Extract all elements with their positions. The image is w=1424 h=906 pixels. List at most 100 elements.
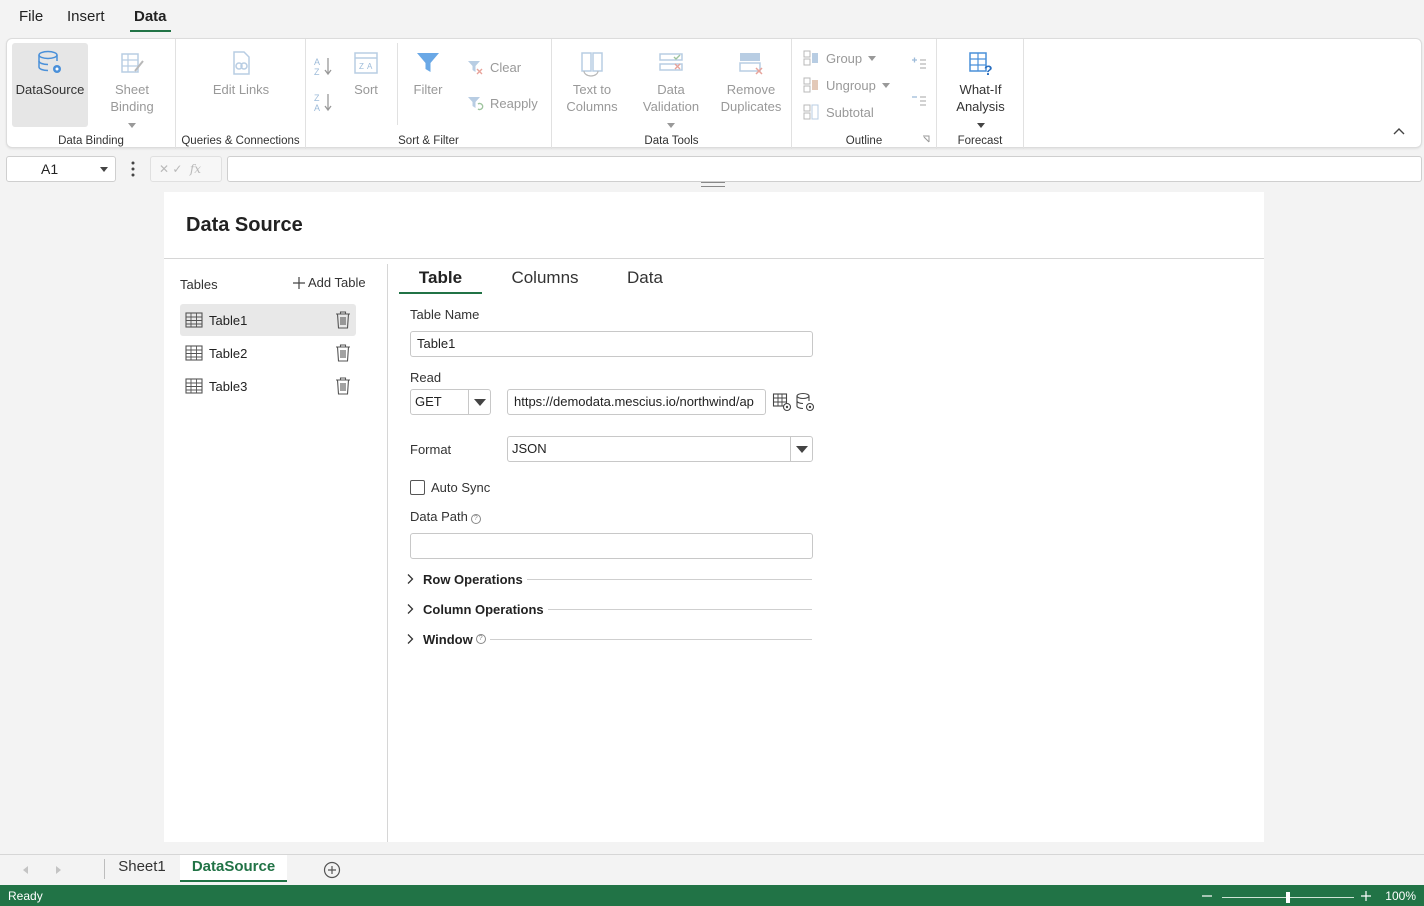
ungroup-button[interactable]: Ungroup: [802, 76, 890, 94]
svg-text:Z: Z: [314, 67, 320, 77]
column-operations-section[interactable]: Column Operations: [404, 599, 812, 619]
group-label-text: Group: [826, 50, 863, 66]
add-sheet-icon[interactable]: [323, 861, 341, 879]
add-table-button[interactable]: Add Table: [292, 275, 366, 290]
data-path-label-wrap: Data Path?: [410, 509, 481, 524]
database-gear-icon: [38, 50, 61, 73]
help-icon[interactable]: ?: [475, 634, 486, 644]
remove-duplicates-icon: [739, 53, 763, 75]
sort-icon: Z A: [354, 52, 378, 74]
confirm-icon: ✓: [172, 162, 183, 176]
page-title: Data Source: [186, 214, 303, 236]
read-url-input[interactable]: https://demodata.mescius.io/northwind/ap: [507, 389, 766, 415]
menu-tab-file[interactable]: File: [15, 8, 47, 32]
name-box[interactable]: A1: [6, 156, 116, 182]
row-operations-section[interactable]: Row Operations: [404, 569, 812, 589]
chevron-down-icon: [667, 123, 675, 128]
sheet-binding-button[interactable]: Sheet Binding: [96, 43, 168, 128]
table-icon: [185, 378, 203, 394]
section-title: Row Operations: [423, 571, 523, 587]
subtotal-button[interactable]: Subtotal: [802, 103, 874, 121]
trash-icon[interactable]: [334, 343, 352, 363]
remove-duplicates-label-2: Duplicates: [720, 99, 782, 114]
ungroup-label: Ungroup: [826, 77, 876, 93]
ribbon-group-sort-filter: A Z Z A Z A Sort Filter Clear Reapply So…: [306, 39, 552, 149]
datasource-button[interactable]: DataSource: [12, 43, 88, 127]
zoom-slider-thumb[interactable]: [1286, 892, 1290, 903]
filter-button[interactable]: Filter: [406, 49, 450, 98]
sheet-tab-sheet1[interactable]: Sheet1: [105, 855, 179, 882]
help-icon[interactable]: ?: [470, 514, 481, 524]
chevron-down-icon: [868, 55, 877, 61]
group-label: Forecast: [957, 135, 1003, 147]
plus-icon: [293, 276, 305, 289]
cancel-icon: ✕: [159, 162, 170, 176]
menu-tab-insert[interactable]: Insert: [63, 8, 109, 32]
svg-text:Z: Z: [314, 93, 320, 103]
show-detail-icon[interactable]: [910, 55, 928, 73]
group-button[interactable]: Group: [802, 49, 877, 67]
datasource-label: DataSource: [15, 82, 85, 97]
add-table-label: Add Table: [308, 275, 366, 290]
database-settings-icon[interactable]: [795, 392, 815, 412]
clear-button[interactable]: Clear: [466, 58, 521, 76]
text-to-columns-label-1: Text to: [572, 82, 612, 97]
ribbon-group-data-binding: DataSource Sheet Binding Data Binding: [7, 39, 176, 149]
format-select[interactable]: JSON: [507, 436, 813, 462]
scroll-tabs-left-icon[interactable]: [23, 866, 28, 874]
trash-icon[interactable]: [334, 376, 352, 396]
svg-text:A: A: [367, 62, 373, 71]
tab-columns[interactable]: Columns: [500, 264, 590, 294]
sheet-tab-datasource[interactable]: DataSource: [180, 855, 287, 882]
data-path-input[interactable]: [410, 533, 813, 559]
table-item-table2[interactable]: Table2: [180, 337, 356, 369]
window-section[interactable]: Window ?: [404, 629, 812, 649]
group-label: Data Binding: [58, 135, 124, 147]
reapply-label: Reapply: [490, 95, 538, 111]
sort-descending-button[interactable]: Z A: [312, 91, 334, 117]
table-item-table1[interactable]: Table1: [180, 304, 356, 336]
hide-detail-icon[interactable]: [910, 92, 928, 110]
resize-grip[interactable]: [701, 182, 725, 187]
tab-data[interactable]: Data: [610, 264, 680, 294]
formula-input[interactable]: [227, 156, 1422, 182]
read-label: Read: [410, 370, 442, 385]
trash-icon[interactable]: [334, 310, 352, 330]
zoom-in-icon[interactable]: [1360, 890, 1372, 902]
more-options-icon[interactable]: [128, 160, 138, 178]
reapply-button[interactable]: Reapply: [466, 94, 538, 112]
scroll-tabs-right-icon[interactable]: [56, 866, 61, 874]
read-method-value: GET: [415, 394, 442, 409]
divider: [387, 264, 388, 842]
format-label: Format: [410, 442, 452, 457]
menu-tab-data[interactable]: Data: [130, 8, 171, 32]
sort-az-icon: A Z: [314, 57, 332, 77]
table-name: Table1: [209, 312, 248, 328]
ribbon: DataSource Sheet Binding Data Binding Ed…: [6, 38, 1422, 149]
table-item-table3[interactable]: Table3: [180, 370, 356, 402]
read-url-value: https://demodata.mescius.io/northwind/ap: [514, 394, 754, 409]
text-to-columns-button[interactable]: Text to Columns: [558, 49, 626, 115]
menu-bar: File Insert Data: [0, 0, 1424, 36]
edit-links-button[interactable]: Edit Links: [196, 49, 286, 98]
fx-icon: fx: [189, 162, 202, 176]
sort-ascending-button[interactable]: A Z: [312, 55, 334, 81]
data-validation-button[interactable]: Data Validation: [636, 49, 706, 132]
sort-button[interactable]: Z A Sort: [348, 49, 384, 98]
group-label: Data Tools: [644, 135, 699, 147]
ribbon-group-queries: Edit Links Queries & Connections: [176, 39, 306, 149]
table-settings-icon[interactable]: [772, 392, 792, 412]
group-label: Queries & Connections: [181, 135, 300, 147]
auto-sync-checkbox[interactable]: [410, 480, 425, 495]
section-title: Window: [423, 631, 473, 647]
remove-duplicates-button[interactable]: Remove Duplicates: [716, 49, 786, 115]
data-validation-label-2: Validation: [642, 99, 700, 114]
read-method-select[interactable]: GET: [410, 389, 491, 415]
svg-text:?: ?: [984, 62, 993, 77]
table-name-input[interactable]: Table1: [410, 331, 813, 357]
data-validation-label-1: Data: [657, 82, 685, 97]
tab-table[interactable]: Table: [399, 264, 482, 294]
collapse-ribbon-icon[interactable]: [1393, 127, 1405, 135]
what-if-analysis-button[interactable]: ? What-If Analysis: [943, 49, 1018, 132]
zoom-out-icon[interactable]: [1201, 890, 1213, 902]
